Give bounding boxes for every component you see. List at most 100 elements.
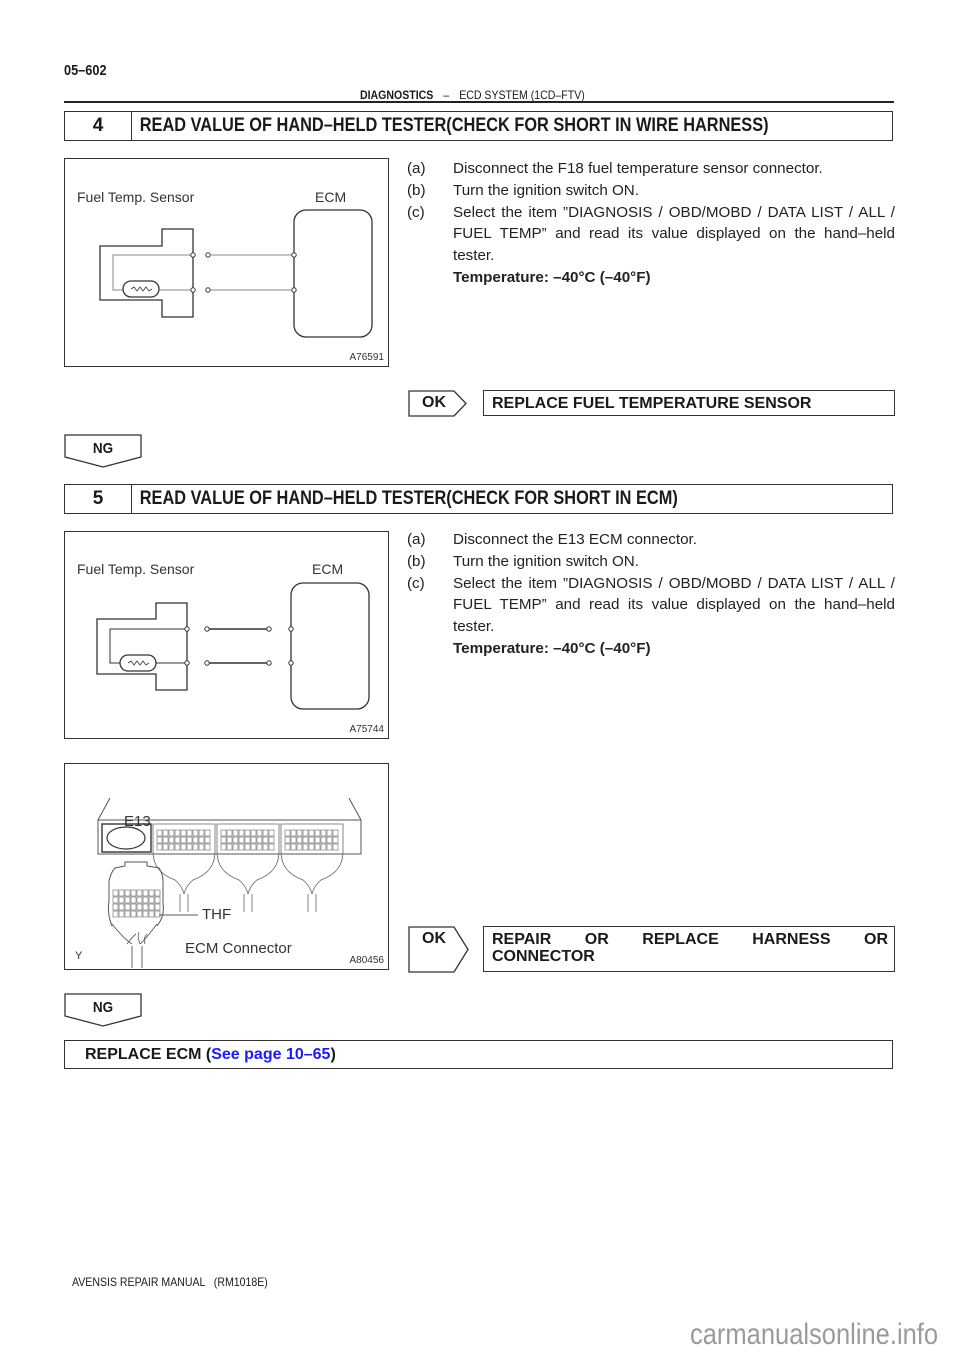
instruction-item: (c) Select the item ”DIAGNOSIS / OBD/MOB… xyxy=(407,202,895,267)
terminal-cell xyxy=(308,843,315,851)
wiring-diagram-step-4: Fuel Temp. Sensor ECM A76591 xyxy=(64,158,389,367)
terminal-cell xyxy=(320,829,327,837)
instruction-mark: (a) xyxy=(407,160,426,177)
instruction-text: Select the item ”DIAGNOSIS / OBD/MOBD / … xyxy=(453,574,895,636)
terminal-cell xyxy=(198,829,205,837)
terminal-cell xyxy=(156,829,163,837)
terminal-cell xyxy=(192,836,199,844)
final-action-prefix: REPLACE ECM ( xyxy=(85,1045,212,1063)
step-4-ng-tag: NG xyxy=(64,434,142,468)
terminal-cell xyxy=(174,843,181,851)
terminal-cell xyxy=(168,843,175,851)
ecm-shape xyxy=(293,209,373,338)
terminal-cell xyxy=(192,843,199,851)
instruction-item: (c) Select the item ”DIAGNOSIS / OBD/MOB… xyxy=(407,573,895,638)
plug-terminal-cell xyxy=(136,889,143,897)
terminal-cell xyxy=(326,843,333,851)
plug-terminal-cell xyxy=(148,903,155,911)
ecm-terminal xyxy=(291,287,297,293)
footer-manual-title: AVENSIS REPAIR MANUAL (RM1018E) xyxy=(72,1275,268,1289)
terminal-cell xyxy=(180,829,187,837)
plug-terminal-cell xyxy=(148,896,155,904)
instruction-mark: (a) xyxy=(407,531,426,548)
ok-tag: OK xyxy=(408,926,469,973)
terminal-cell xyxy=(186,829,193,837)
plug-terminal-cell xyxy=(112,896,119,904)
ecm-terminal xyxy=(291,252,297,258)
terminal-cell xyxy=(314,836,321,844)
watermark: carmanualsonline.info xyxy=(690,1318,939,1351)
step-4-instructions: (a) Disconnect the F18 fuel temperature … xyxy=(407,158,895,289)
terminal-dot xyxy=(184,660,190,666)
terminal-cell xyxy=(186,836,193,844)
plug-terminal-cell xyxy=(130,903,137,911)
terminal-cell xyxy=(296,836,303,844)
terminal-cell xyxy=(220,829,227,837)
terminal-cell xyxy=(332,829,339,837)
figure-code: A80456 xyxy=(349,955,384,966)
terminal-cell xyxy=(290,836,297,844)
ecm-connector-caption: ECM Connector xyxy=(185,940,292,957)
terminal-cell xyxy=(332,836,339,844)
terminal-cell xyxy=(204,843,211,851)
terminal-cell xyxy=(204,836,211,844)
instruction-text: Select the item ”DIAGNOSIS / OBD/MOBD / … xyxy=(453,203,895,265)
terminal-cell xyxy=(302,843,309,851)
instruction-mark: (c) xyxy=(407,574,425,592)
plug-terminal-cell xyxy=(154,910,161,918)
step-title: READ VALUE OF HAND–HELD TESTER(CHECK FOR… xyxy=(139,488,678,509)
terminal-cell xyxy=(168,836,175,844)
step-5-header: 5 READ VALUE OF HAND–HELD TESTER(CHECK F… xyxy=(64,484,893,514)
terminal-cell xyxy=(250,829,257,837)
terminal-cell xyxy=(250,836,257,844)
step-4-ok-result: OK REPLACE FUEL TEMPERATURE SENSOR xyxy=(408,390,895,417)
ecm-terminal xyxy=(288,626,294,632)
plug-terminal-cell xyxy=(118,903,125,911)
terminal-cell xyxy=(244,836,251,844)
terminal-cell xyxy=(296,829,303,837)
ok-tag: OK xyxy=(408,390,467,417)
connector-block xyxy=(280,823,344,912)
instruction-text: Disconnect the F18 fuel temperature sens… xyxy=(453,160,823,177)
terminal-cell xyxy=(220,836,227,844)
plug-terminal-cell xyxy=(124,910,131,918)
terminal-cell xyxy=(156,836,163,844)
circuit-drawing xyxy=(99,209,373,338)
resistor-zigzag xyxy=(127,660,150,666)
terminal-cell xyxy=(256,829,263,837)
plug-terminal-cell xyxy=(142,903,149,911)
plug-terminal-cell xyxy=(154,903,161,911)
connector-block xyxy=(152,823,216,912)
plug-terminal-cell xyxy=(148,889,155,897)
plug-terminal-cell xyxy=(136,910,143,918)
step-5-ng-tag: NG xyxy=(64,993,142,1027)
terminal-dot xyxy=(190,252,196,258)
terminal-cell xyxy=(226,843,233,851)
terminal-cell xyxy=(238,843,245,851)
resistor-zigzag xyxy=(130,286,153,292)
terminal-dot xyxy=(266,626,272,632)
terminal-cell xyxy=(232,843,239,851)
terminal-cell xyxy=(162,836,169,844)
plug-terminal-cell xyxy=(154,889,161,897)
terminal-cell xyxy=(256,836,263,844)
ok-action: REPAIR OR REPLACE HARNESS OR CONNECTOR xyxy=(492,931,888,965)
terminal-cell xyxy=(162,829,169,837)
instruction-item: (a) Disconnect the E13 ECM connector. xyxy=(407,529,895,551)
final-action-box: REPLACE ECM ( See page 10–65 ) xyxy=(64,1040,893,1069)
terminal-cell xyxy=(308,829,315,837)
plug-terminal-cell xyxy=(112,889,119,897)
terminal-cell xyxy=(302,836,309,844)
ng-label: NG xyxy=(92,999,114,1016)
terminal-cell xyxy=(302,829,309,837)
plug-terminal-cell xyxy=(154,896,161,904)
see-page-link[interactable]: See page 10–65 xyxy=(211,1046,330,1064)
thf-terminal-label: THF xyxy=(202,906,232,923)
header-title: DIAGNOSTICS – ECD SYSTEM (1CD–FTV) xyxy=(360,88,585,102)
plug-terminal-cell xyxy=(124,889,131,897)
terminal-cell xyxy=(168,829,175,837)
ecm-connector-drawing xyxy=(97,797,362,968)
terminal-cell xyxy=(314,843,321,851)
terminal-cell xyxy=(320,836,327,844)
terminal-dot xyxy=(190,287,196,293)
